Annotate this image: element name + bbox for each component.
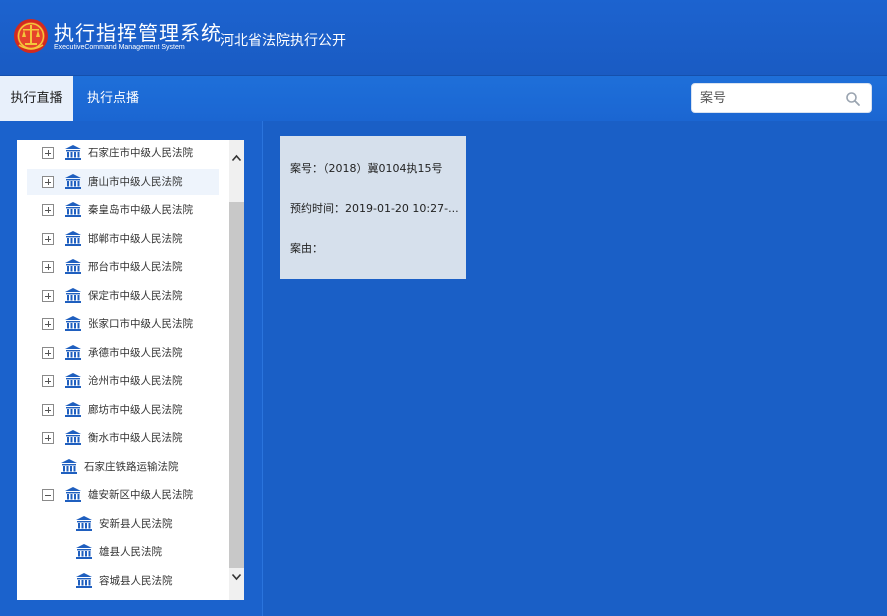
tree-item[interactable]: 邢台市中级人民法院 [17,254,229,280]
tree-item[interactable]: 廊坊市中级人民法院 [17,397,229,423]
tree-item-label: 唐山市中级人民法院 [88,176,183,188]
tree-item[interactable]: 秦皇岛市中级人民法院 [17,197,229,223]
court-building-icon [65,487,81,502]
tree-item[interactable]: 沧州市中级人民法院 [17,368,229,394]
expand-icon[interactable] [42,176,54,188]
tree-item-label: 廊坊市中级人民法院 [88,404,183,416]
court-building-icon [65,430,81,445]
case-number: 案号：（2018）冀0104执15号 [290,162,443,175]
court-building-icon [65,402,81,417]
court-building-icon [76,544,92,559]
collapse-icon[interactable] [42,489,54,501]
tree-item[interactable]: 安新县人民法院 [17,511,229,537]
expand-icon[interactable] [42,432,54,444]
tree-item[interactable]: 容城县人民法院 [17,568,229,594]
tree-item-label: 承德市中级人民法院 [88,347,183,359]
expand-icon[interactable] [42,147,54,159]
tree-item[interactable]: 雄安新区中级人民法院 [17,482,229,508]
expand-icon[interactable] [42,404,54,416]
tree-item-label: 邯郸市中级人民法院 [88,233,183,245]
tree-item[interactable]: 唐山市中级人民法院 [27,169,219,195]
court-building-icon [65,231,81,246]
court-building-icon [65,202,81,217]
tree-item[interactable]: 衡水市中级人民法院 [17,425,229,451]
scrollbar-thumb[interactable] [229,202,244,568]
court-building-icon [76,516,92,531]
tree-item-label: 雄县人民法院 [99,546,162,558]
court-building-icon [65,174,81,189]
tree-item-label: 沧州市中级人民法院 [88,375,183,387]
court-building-icon [65,288,81,303]
chevron-up-icon[interactable] [231,153,242,164]
tree-item-label: 安新县人民法院 [99,518,173,530]
court-building-icon [65,373,81,388]
tree-scrollbar[interactable] [229,140,244,600]
tree-item[interactable]: 石家庄铁路运输法院 [17,454,229,480]
expand-icon[interactable] [42,261,54,273]
tree-item-label: 秦皇岛市中级人民法院 [88,204,193,216]
tree-item-label: 石家庄市中级人民法院 [88,147,193,159]
tree-item-label: 保定市中级人民法院 [88,290,183,302]
court-building-icon [65,316,81,331]
tree-item-label: 石家庄铁路运输法院 [84,461,179,473]
header-subtitle: 河北省法院执行公开 [220,33,346,49]
expand-icon[interactable] [42,375,54,387]
tree-item[interactable]: 邯郸市中级人民法院 [17,226,229,252]
tree-item-label: 张家口市中级人民法院 [88,318,193,330]
tree-item[interactable]: 承德市中级人民法院 [17,340,229,366]
tree-item[interactable]: 石家庄市中级人民法院 [17,140,229,166]
tree-item[interactable]: 雄县人民法院 [17,539,229,565]
app-title-english: ExecutiveCommand Management System [54,44,185,51]
tree-item[interactable]: 张家口市中级人民法院 [17,311,229,337]
app-header: 执行指挥管理系统 ExecutiveCommand Management Sys… [0,0,887,76]
case-card[interactable]: 案号：（2018）冀0104执15号 预约时间：2019-01-20 10:27… [280,136,466,279]
case-cause: 案由： [290,242,323,255]
court-emblem-icon [14,19,48,53]
court-tree: 石家庄市中级人民法院 唐山市中级人民法院 秦皇岛市中级人民法院 邯郸市中级人民法… [17,140,244,600]
court-building-icon [76,573,92,588]
search-icon[interactable] [845,91,861,107]
tree-item-label: 容城县人民法院 [99,575,173,587]
expand-icon[interactable] [42,290,54,302]
tab-live[interactable]: 执行直播 [0,76,73,121]
tree-item-label: 衡水市中级人民法院 [88,432,183,444]
court-building-icon [65,259,81,274]
expand-icon[interactable] [42,204,54,216]
expand-icon[interactable] [42,318,54,330]
chevron-down-icon[interactable] [231,571,242,582]
court-building-icon [65,145,81,160]
court-building-icon [61,459,77,474]
search-input[interactable] [700,88,840,108]
court-building-icon [65,345,81,360]
app-title: 执行指挥管理系统 [54,21,222,45]
tree-item[interactable]: 保定市中级人民法院 [17,283,229,309]
tree-item-label: 邢台市中级人民法院 [88,261,183,273]
expand-icon[interactable] [42,233,54,245]
appointment-time: 预约时间：2019-01-20 10:27-... [290,202,459,215]
tree-item-label: 雄安新区中级人民法院 [88,489,193,501]
expand-icon[interactable] [42,347,54,359]
search-box [691,83,872,113]
tab-vod[interactable]: 执行点播 [73,76,153,121]
